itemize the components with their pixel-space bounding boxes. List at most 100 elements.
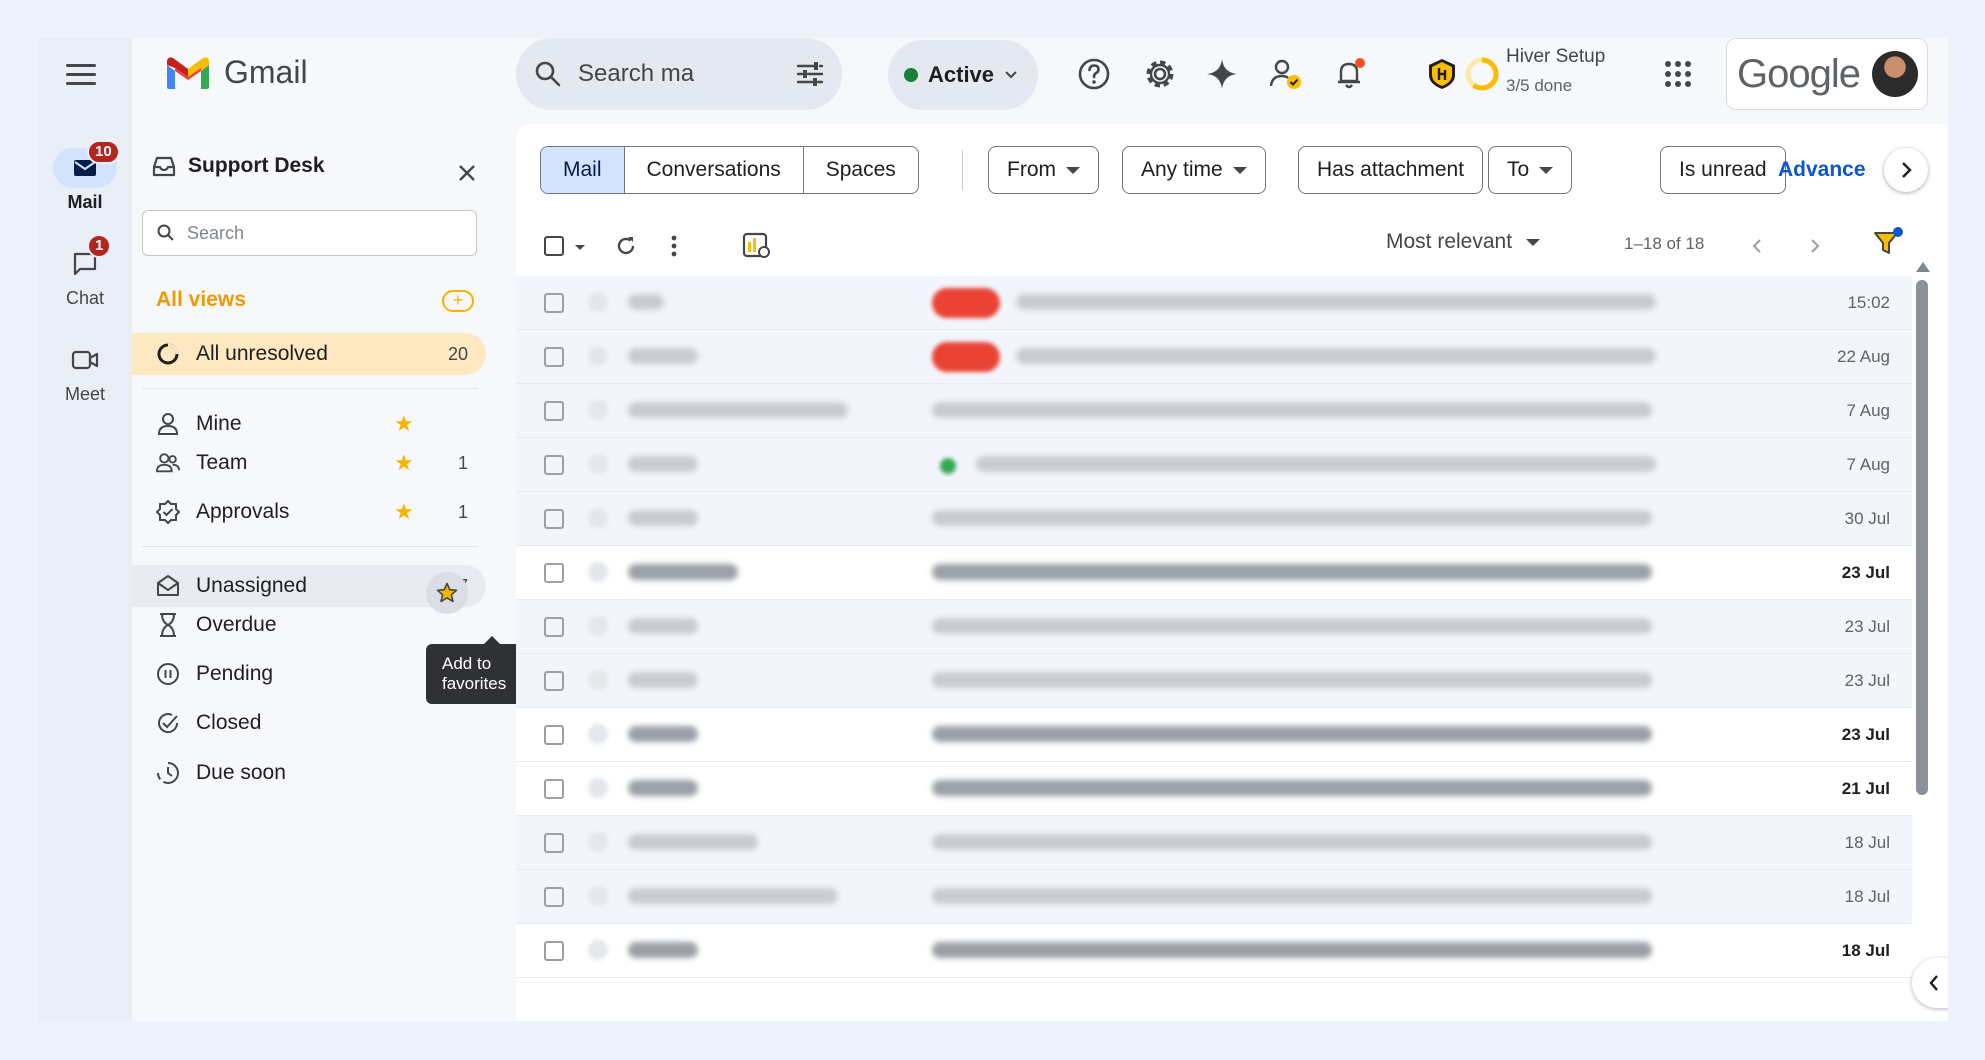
pause-circle-icon	[156, 662, 180, 686]
row-checkbox[interactable]	[544, 725, 564, 745]
row-checkbox[interactable]	[544, 347, 564, 367]
email-row[interactable]: 22 Aug	[516, 330, 1912, 384]
filter-is-unread[interactable]: Is unread	[1660, 146, 1786, 194]
favorite-star-icon[interactable]: ★	[394, 450, 414, 476]
avatar[interactable]	[1871, 51, 1918, 97]
email-row[interactable]: 23 Jul	[516, 708, 1912, 762]
view-overdue[interactable]: Overdue	[132, 604, 486, 646]
account-switcher[interactable]: Google	[1726, 38, 1928, 110]
view-approvals[interactable]: Approvals ★ 1	[132, 491, 486, 533]
email-row[interactable]: 7 Aug	[516, 438, 1912, 492]
gemini-sparkle-icon[interactable]	[1204, 56, 1240, 92]
filter-to[interactable]: To	[1488, 146, 1573, 194]
row-checkbox[interactable]	[544, 833, 564, 853]
filter-has-attachment[interactable]: Has attachment	[1298, 146, 1484, 194]
hiver-shield-icon[interactable]	[1424, 56, 1460, 92]
email-row[interactable]: 23 Jul	[516, 654, 1912, 708]
email-row[interactable]: 15:02	[516, 276, 1912, 330]
star-icon[interactable]	[588, 832, 608, 852]
view-due-soon[interactable]: Due soon	[132, 752, 486, 794]
help-icon[interactable]	[1076, 56, 1112, 92]
row-checkbox[interactable]	[544, 401, 564, 421]
hiver-analytics-icon[interactable]	[742, 232, 772, 260]
tab-mail[interactable]: Mail	[541, 147, 625, 193]
view-mine[interactable]: Mine ★	[132, 403, 486, 445]
star-icon[interactable]	[588, 562, 608, 582]
row-checkbox[interactable]	[544, 563, 564, 583]
view-team[interactable]: Team ★ 1	[132, 442, 486, 484]
advanced-search-link[interactable]: Advance	[1778, 158, 1866, 182]
email-row[interactable]: 23 Jul	[516, 546, 1912, 600]
favorite-star-icon[interactable]: ★	[394, 411, 414, 437]
filter-from[interactable]: From	[988, 146, 1099, 194]
row-checkbox[interactable]	[544, 617, 564, 637]
list-toolbar: Most relevant 1–18 of 18	[516, 216, 1948, 276]
search-options-icon[interactable]	[796, 61, 824, 87]
filter-any-time[interactable]: Any time	[1122, 146, 1266, 194]
email-date: 23 Jul	[1844, 617, 1890, 636]
email-row[interactable]: 30 Jul	[516, 492, 1912, 546]
close-icon[interactable]	[458, 158, 476, 189]
star-icon[interactable]	[588, 400, 608, 420]
star-icon[interactable]	[588, 724, 608, 744]
star-icon[interactable]	[588, 508, 608, 528]
select-all-checkbox[interactable]	[544, 236, 564, 256]
tooltip: Add to favorites	[426, 636, 523, 704]
chevron-left-icon[interactable]	[1752, 238, 1762, 254]
mail-search-bar[interactable]: Search ma	[516, 38, 842, 110]
row-checkbox[interactable]	[544, 509, 564, 529]
select-dropdown-caret-icon[interactable]	[574, 244, 586, 252]
star-icon[interactable]	[588, 346, 608, 366]
hiver-setup-widget[interactable]: Hiver Setup 3/5 done	[1506, 46, 1605, 96]
tab-conversations[interactable]: Conversations	[625, 147, 804, 193]
email-row[interactable]: 18 Jul	[516, 924, 1912, 978]
star-icon[interactable]	[588, 670, 608, 690]
tab-spaces[interactable]: Spaces	[804, 147, 918, 193]
email-row[interactable]: 21 Jul	[516, 762, 1912, 816]
favorite-star-icon[interactable]: ★	[394, 499, 414, 525]
sidebar-search-field[interactable]: Search	[142, 210, 477, 256]
star-icon[interactable]	[588, 940, 608, 960]
status-dropdown[interactable]: Active	[888, 40, 1038, 110]
notification-bell-icon[interactable]	[1332, 56, 1368, 92]
main-menu-icon[interactable]	[66, 64, 96, 88]
row-checkbox[interactable]	[544, 455, 564, 475]
star-outline-icon[interactable]	[436, 582, 458, 604]
row-checkbox[interactable]	[544, 671, 564, 691]
star-icon[interactable]	[588, 778, 608, 798]
add-view-button[interactable]: +	[442, 290, 474, 312]
email-date: 18 Jul	[1844, 833, 1890, 852]
email-row[interactable]: 7 Aug	[516, 384, 1912, 438]
rail-mail[interactable]: 10 Mail	[38, 140, 132, 213]
star-icon[interactable]	[588, 454, 608, 474]
email-row[interactable]: 18 Jul	[516, 816, 1912, 870]
row-checkbox[interactable]	[544, 293, 564, 313]
scroll-up-arrow-icon[interactable]	[1916, 262, 1930, 272]
star-icon[interactable]	[588, 292, 608, 312]
row-checkbox[interactable]	[544, 941, 564, 961]
gmail-logo[interactable]: Gmail	[164, 54, 308, 91]
refresh-icon[interactable]	[614, 234, 638, 258]
settings-gear-icon[interactable]	[1142, 56, 1178, 92]
view-closed[interactable]: Closed	[132, 702, 486, 744]
chevron-right-icon[interactable]	[1884, 148, 1928, 192]
star-icon[interactable]	[588, 886, 608, 906]
sort-dropdown[interactable]: Most relevant	[1386, 230, 1541, 254]
user-check-icon[interactable]	[1268, 56, 1304, 92]
row-checkbox[interactable]	[544, 887, 564, 907]
rail-chat[interactable]: 1 Chat	[38, 234, 132, 309]
star-icon[interactable]	[588, 616, 608, 636]
search-input[interactable]: Search ma	[578, 60, 796, 88]
scrollbar-thumb[interactable]	[1916, 280, 1928, 795]
email-row[interactable]: 18 Jul	[516, 870, 1912, 924]
chat-badge: 1	[87, 234, 112, 258]
view-all-unresolved[interactable]: All unresolved 20	[132, 333, 486, 375]
apps-grid-icon[interactable]	[1660, 56, 1696, 92]
row-checkbox[interactable]	[544, 779, 564, 799]
label-tag	[932, 342, 1000, 372]
email-row[interactable]: 23 Jul	[516, 600, 1912, 654]
more-options-icon[interactable]	[670, 234, 678, 258]
rail-meet[interactable]: Meet	[38, 340, 132, 405]
chevron-right-icon[interactable]	[1810, 238, 1820, 254]
filter-funnel-icon[interactable]	[1872, 226, 1904, 258]
